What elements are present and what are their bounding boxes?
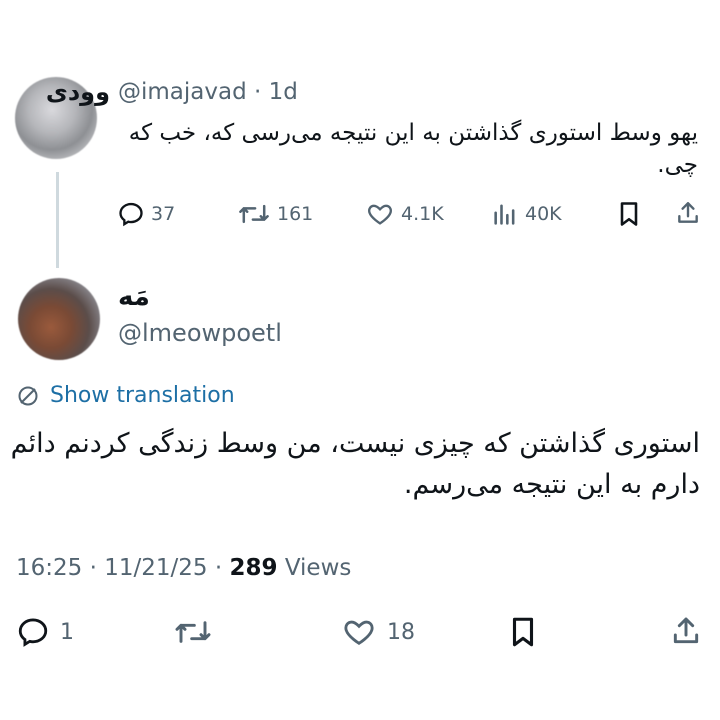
- tweet-views-label: Views: [284, 555, 352, 581]
- tweet-meta: 16:25 · 11/21/25 · 289 Views: [16, 555, 351, 581]
- repost-icon: [239, 204, 269, 224]
- parent-views-count: 40K: [525, 203, 562, 225]
- bookmark-icon: [512, 617, 534, 647]
- thread-line: [56, 172, 59, 268]
- main-bookmark-button[interactable]: [508, 615, 538, 649]
- parent-display-name[interactable]: وودی: [46, 78, 110, 106]
- parent-like-count: 4.1K: [401, 203, 444, 225]
- main-tweet-text: استوری گذاشتن که چیزی نیست، من وسط زندگی…: [10, 428, 700, 500]
- reply-icon: [18, 618, 48, 647]
- parent-like-button[interactable]: 4.1K: [365, 200, 444, 228]
- parent-tweet-text: یهو وسط استوری گذاشتن به این نتیجه می‌رس…: [128, 120, 698, 178]
- reply-icon: [119, 202, 143, 227]
- parent-age[interactable]: 1d: [269, 79, 298, 105]
- main-like-count: 18: [387, 619, 415, 645]
- parent-views-button[interactable]: 40K: [491, 200, 562, 228]
- views-icon: [494, 204, 515, 225]
- share-icon: [673, 617, 699, 644]
- like-icon: [344, 620, 374, 645]
- translate-globe-icon: [18, 386, 38, 405]
- show-translation-label[interactable]: Show translation: [50, 383, 235, 408]
- main-reply-count: 1: [60, 619, 74, 645]
- main-repost-button[interactable]: [173, 615, 213, 649]
- share-icon: [678, 202, 698, 223]
- main-like-button[interactable]: 18: [341, 615, 415, 649]
- bookmark-icon: [620, 202, 638, 226]
- author-handle[interactable]: @lmeowpoetl: [118, 319, 282, 347]
- avatar-author[interactable]: [18, 278, 100, 360]
- tweet-views-count: 289: [229, 555, 278, 581]
- meta-dot-1: ·: [89, 555, 97, 581]
- parent-reply-count: 37: [151, 203, 176, 225]
- main-reply-button[interactable]: 1: [16, 615, 74, 649]
- parent-reply-button[interactable]: 37: [117, 200, 175, 228]
- parent-handle-line: @imajavad · 1d: [118, 79, 298, 105]
- repost-icon: [175, 621, 211, 643]
- show-translation-link[interactable]: Show translation: [16, 383, 235, 408]
- meta-dot-2: ·: [214, 555, 223, 581]
- parent-share-button[interactable]: [675, 199, 701, 227]
- parent-separator: ·: [254, 79, 262, 105]
- parent-handle[interactable]: @imajavad: [118, 79, 247, 105]
- tweet-time[interactable]: 16:25: [16, 555, 82, 581]
- parent-repost-count: 161: [277, 203, 314, 225]
- parent-repost-button[interactable]: 161: [237, 200, 313, 228]
- author-display-name[interactable]: مَه: [118, 282, 150, 312]
- like-icon: [368, 204, 392, 225]
- parent-bookmark-button[interactable]: [617, 200, 641, 228]
- main-share-button[interactable]: [670, 614, 702, 648]
- tweet-date[interactable]: 11/21/25: [104, 555, 207, 581]
